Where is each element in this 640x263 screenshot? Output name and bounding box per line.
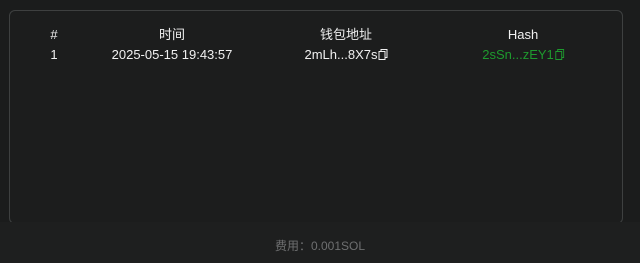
header-hash: Hash bbox=[507, 27, 539, 42]
header-wallet-address: 钱包地址 bbox=[319, 27, 373, 42]
row-index: 1 bbox=[50, 47, 58, 62]
transaction-table-panel: # 时间 钱包地址 Hash 1 2025-05-15 19:43:57 2mL… bbox=[9, 10, 623, 224]
fee-label: 费用： bbox=[274, 239, 311, 253]
header-time: 时间 bbox=[158, 27, 186, 42]
fee-info: 费用：0.001SOL bbox=[0, 239, 640, 253]
header-index: # bbox=[50, 27, 58, 42]
table-row: 1 2025-05-15 19:43:57 2mLh...8X7s 2sSn..… bbox=[10, 45, 622, 65]
copy-icon[interactable] bbox=[554, 49, 564, 60]
row-hash-cell: 2sSn...zEY1 bbox=[482, 45, 564, 65]
copy-icon[interactable] bbox=[378, 49, 388, 60]
row-time: 2025-05-15 19:43:57 bbox=[111, 47, 233, 62]
row-wallet-cell: 2mLh...8X7s bbox=[305, 45, 388, 65]
transaction-page: # 时间 钱包地址 Hash 1 2025-05-15 19:43:57 2mL… bbox=[0, 0, 640, 263]
footer-bar: 费用：0.001SOL bbox=[0, 222, 640, 263]
row-wallet-address: 2mLh...8X7s bbox=[304, 47, 378, 62]
table-header-row: # 时间 钱包地址 Hash bbox=[10, 25, 622, 45]
row-hash-link[interactable]: 2sSn...zEY1 bbox=[482, 47, 554, 62]
fee-value: 0.001SOL bbox=[310, 239, 366, 253]
